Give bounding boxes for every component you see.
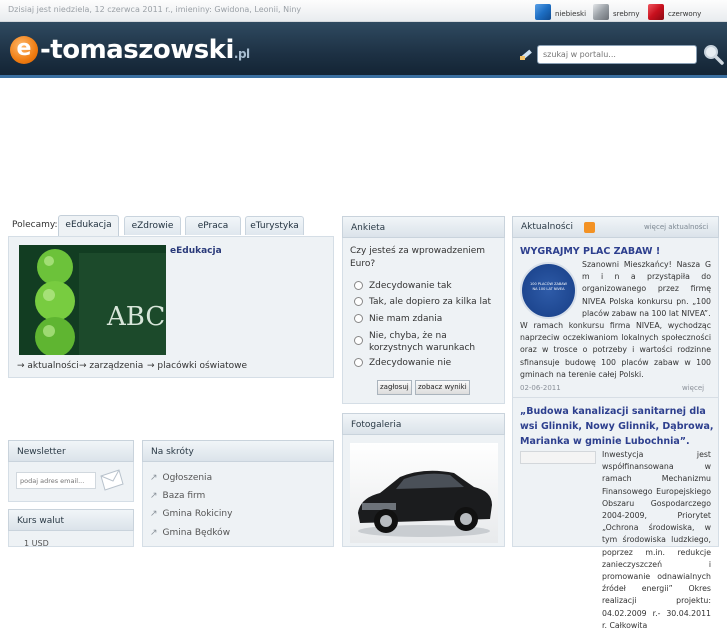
theme-silver-label: srebrny bbox=[613, 10, 640, 18]
link-aktualnosci-label: aktualności bbox=[27, 361, 79, 371]
tab-ezdrowie[interactable]: eZdrowie bbox=[124, 216, 181, 235]
news-more-link[interactable]: więcej bbox=[682, 384, 704, 392]
theme-blue-label: niebieski bbox=[555, 10, 587, 18]
link-aktualnosci[interactable]: → aktualności bbox=[17, 361, 79, 371]
shortcut-link[interactable]: ↗ Baza firm bbox=[150, 491, 205, 501]
radio-button[interactable] bbox=[354, 314, 363, 323]
featured-panel: ABC eEdukacja → aktualności → zarządzeni… bbox=[8, 236, 334, 378]
currency-header: Kurs walut bbox=[8, 509, 134, 531]
top-bar: Dzisiaj jest niedziela, 12 czerwca 2011 … bbox=[0, 0, 727, 22]
news-excerpt: Inwestycja jest współfinansowana w ramac… bbox=[602, 449, 711, 632]
link-placowki[interactable]: → placówki oświatowe bbox=[147, 361, 247, 371]
pencil-icon bbox=[520, 49, 532, 60]
news-title-link[interactable]: „Budowa kanalizacji sanitarnej dla wsi G… bbox=[520, 404, 715, 449]
newsletter-header: Newsletter bbox=[8, 440, 134, 462]
tab-eedukacja[interactable]: eEdukacja bbox=[58, 215, 119, 236]
news-excerpt-cont: W ramach konkursu firma NIVEA, wychodząc… bbox=[520, 321, 711, 379]
silver-cube-icon bbox=[593, 4, 609, 20]
arrow-icon: ↗ bbox=[150, 473, 158, 483]
logo-name: -tomaszowski bbox=[40, 35, 234, 65]
news-excerpt: Szanowni Mieszkańcy! Nasza G m i n a prz… bbox=[582, 260, 711, 318]
arrow-icon: ↗ bbox=[150, 528, 158, 538]
more-news-link[interactable]: więcej aktualności bbox=[644, 223, 708, 231]
red-cube-icon bbox=[648, 4, 664, 20]
radio-button[interactable] bbox=[354, 358, 363, 367]
news-header-bar: Aktualności więcej aktualności bbox=[512, 216, 719, 238]
link-zarzadzenia-label: zarządzenia bbox=[89, 361, 144, 371]
shortcuts-header: Na skróty bbox=[142, 440, 334, 462]
envelope-icon[interactable] bbox=[99, 468, 125, 492]
nivea-logo-text: 100 PLACÓW ZABAW NA 100 LAT NIVEA bbox=[530, 282, 567, 291]
radio-button[interactable] bbox=[354, 336, 363, 345]
search-icon[interactable] bbox=[702, 43, 724, 65]
recommend-label: Polecamy: bbox=[12, 220, 58, 230]
logo-tld: .pl bbox=[233, 47, 250, 61]
news-title-link[interactable]: WYGRAJMY PLAC ZABAW ! bbox=[520, 244, 715, 259]
poll-header: Ankieta bbox=[342, 216, 505, 238]
poll-option-label: Zdecydowanie tak bbox=[369, 281, 452, 291]
gallery-header: Fotogaleria bbox=[342, 413, 505, 435]
shortcut-label: Gmina Będków bbox=[162, 528, 231, 538]
poll-option-label: Nie mam zdania bbox=[369, 314, 443, 324]
shortcut-label: Ogłoszenia bbox=[162, 473, 213, 483]
shortcut-label: Baza firm bbox=[162, 491, 206, 501]
theme-red-label: czerwony bbox=[668, 10, 702, 18]
blue-cube-icon bbox=[535, 4, 551, 20]
currency-row: 1 USD bbox=[24, 539, 49, 548]
link-placowki-label: placówki oświatowe bbox=[157, 361, 248, 371]
divider bbox=[512, 397, 719, 398]
gallery-photo[interactable] bbox=[350, 443, 498, 543]
nivea-logo-image[interactable]: 100 PLACÓW ZABAW NA 100 LAT NIVEA bbox=[520, 262, 577, 319]
poll-question: Czy jesteś za wprowadzeniem Euro? bbox=[350, 246, 486, 269]
logo-e-icon[interactable]: e bbox=[10, 36, 38, 64]
shortcut-link[interactable]: ↗ Gmina Będków bbox=[150, 528, 230, 538]
featured-image[interactable]: ABC bbox=[19, 245, 166, 355]
date-nameday-text: Dzisiaj jest niedziela, 12 czerwca 2011 … bbox=[8, 5, 302, 14]
shortcut-link[interactable]: ↗ Gmina Rokiciny bbox=[150, 509, 232, 519]
poll-option-label: Tak, ale dopiero za kilka lat bbox=[369, 297, 491, 307]
eea-logo-image[interactable] bbox=[520, 451, 596, 464]
poll-option-label: Zdecydowanie nie bbox=[369, 358, 452, 368]
arrow-icon: ↗ bbox=[150, 509, 158, 519]
radio-button[interactable] bbox=[354, 297, 363, 306]
banner-area bbox=[0, 81, 727, 211]
vote-button[interactable]: zagłosuj bbox=[377, 380, 412, 395]
shortcut-link[interactable]: ↗ Ogłoszenia bbox=[150, 473, 212, 483]
see-results-button[interactable]: zobacz wyniki bbox=[415, 380, 470, 395]
tab-eturystyka[interactable]: eTurystyka bbox=[245, 216, 304, 235]
site-header: e -tomaszowski.pl bbox=[0, 22, 727, 78]
news-excerpt-text: Inwestycja jest współfinansowana w ramac… bbox=[602, 450, 711, 630]
search-input[interactable] bbox=[537, 45, 697, 64]
arrow-icon: ↗ bbox=[150, 491, 158, 501]
news-date: 02-06-2011 bbox=[520, 384, 561, 392]
link-zarzadzenia[interactable]: → zarządzenia bbox=[79, 361, 143, 371]
news-header: Aktualności bbox=[521, 222, 573, 232]
chalkboard-text: ABC bbox=[106, 302, 165, 332]
tab-epraca[interactable]: ePraca bbox=[185, 216, 241, 235]
shortcut-label: Gmina Rokiciny bbox=[162, 509, 233, 519]
poll-option-label: Nie, chyba, że na korzystnych warunkach bbox=[369, 331, 476, 353]
site-logo[interactable]: -tomaszowski.pl bbox=[40, 35, 250, 65]
rss-icon[interactable] bbox=[584, 222, 595, 233]
radio-button[interactable] bbox=[354, 281, 363, 290]
featured-title-link[interactable]: eEdukacja bbox=[170, 246, 222, 256]
newsletter-email-input[interactable] bbox=[16, 472, 96, 489]
